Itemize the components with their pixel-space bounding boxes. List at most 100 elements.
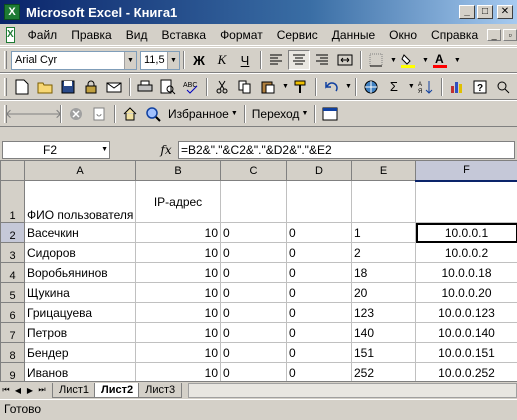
- next-sheet-icon[interactable]: ▶: [24, 386, 36, 395]
- row-header[interactable]: 7: [0, 322, 25, 343]
- cell-a8[interactable]: Бендер: [24, 342, 136, 363]
- cell-e2[interactable]: 1: [351, 222, 416, 243]
- insert-function-button[interactable]: fx: [154, 143, 178, 157]
- cell-a3[interactable]: Сидоров: [24, 242, 136, 263]
- print-button[interactable]: [134, 77, 156, 97]
- cell-d8[interactable]: 0: [286, 342, 352, 363]
- cell-a1[interactable]: ФИО пользователя: [24, 180, 136, 223]
- cell-c6[interactable]: 0: [220, 302, 287, 323]
- minimize-button[interactable]: _: [459, 5, 475, 19]
- chevron-down-icon[interactable]: ▼: [422, 57, 429, 64]
- cell-e7[interactable]: 140: [351, 322, 416, 343]
- cell-a2[interactable]: Васечкин: [24, 222, 136, 243]
- hyperlink-button[interactable]: [360, 77, 382, 97]
- cell-f2-active[interactable]: 10.0.0.1: [415, 222, 517, 243]
- show-web-toolbar-button[interactable]: [319, 104, 341, 124]
- align-left-button[interactable]: [265, 50, 287, 70]
- row-header[interactable]: 4: [0, 262, 25, 283]
- chevron-down-icon[interactable]: ▼: [124, 51, 136, 69]
- row-header[interactable]: 9: [0, 362, 25, 383]
- borders-button[interactable]: [365, 50, 387, 70]
- cell-c5[interactable]: 0: [220, 282, 287, 303]
- row-header[interactable]: 8: [0, 342, 25, 363]
- cell-b4[interactable]: 10: [135, 262, 221, 283]
- cell-a5[interactable]: Щукина: [24, 282, 136, 303]
- excel-app-icon[interactable]: X: [4, 4, 20, 20]
- cell-e3[interactable]: 2: [351, 242, 416, 263]
- chevron-down-icon[interactable]: ▼: [390, 57, 397, 64]
- cell-c7[interactable]: 0: [220, 322, 287, 343]
- italic-button[interactable]: К: [211, 50, 233, 70]
- menu-edit[interactable]: Правка: [64, 26, 119, 44]
- cell-b2[interactable]: 10: [135, 222, 221, 243]
- cell-f6[interactable]: 10.0.0.123: [415, 302, 517, 323]
- bold-button[interactable]: Ж: [188, 50, 210, 70]
- format-painter-button[interactable]: [289, 77, 311, 97]
- align-right-button[interactable]: [311, 50, 333, 70]
- cell-c9[interactable]: 0: [220, 362, 287, 383]
- font-size-select[interactable]: 11,5 ▼: [140, 50, 180, 70]
- menu-tools[interactable]: Сервис: [270, 26, 325, 44]
- chevron-down-icon[interactable]: ▼: [345, 83, 352, 90]
- font-name-select[interactable]: Arial Cyr ▼: [11, 50, 137, 70]
- sheet-tab-2-active[interactable]: Лист2: [94, 382, 141, 398]
- doc-minimize-button[interactable]: _: [487, 28, 502, 41]
- copy-button[interactable]: [234, 77, 256, 97]
- forward-button[interactable]: 🡒: [28, 104, 63, 124]
- chart-wizard-button[interactable]: [446, 77, 468, 97]
- cell-b6[interactable]: 10: [135, 302, 221, 323]
- cell-e9[interactable]: 252: [351, 362, 416, 383]
- open-button[interactable]: [34, 77, 56, 97]
- menu-insert[interactable]: Вставка: [154, 26, 213, 44]
- cell-c8[interactable]: 0: [220, 342, 287, 363]
- paste-button[interactable]: [257, 77, 279, 97]
- print-preview-button[interactable]: [157, 77, 179, 97]
- cell-f8[interactable]: 10.0.0.151: [415, 342, 517, 363]
- refresh-button[interactable]: [88, 104, 110, 124]
- cell-c3[interactable]: 0: [220, 242, 287, 263]
- cell-d7[interactable]: 0: [286, 322, 352, 343]
- select-all-corner[interactable]: [0, 160, 25, 181]
- horizontal-scrollbar[interactable]: [188, 382, 517, 398]
- chevron-down-icon[interactable]: ▼: [408, 83, 415, 90]
- email-button[interactable]: [103, 77, 125, 97]
- cell-a7[interactable]: Петров: [24, 322, 136, 343]
- cell-d3[interactable]: 0: [286, 242, 352, 263]
- cell-d9[interactable]: 0: [286, 362, 352, 383]
- column-header-e[interactable]: E: [351, 160, 416, 181]
- home-button[interactable]: [119, 104, 141, 124]
- cell-d5[interactable]: 0: [286, 282, 352, 303]
- sort-ascending-button[interactable]: АЯ: [415, 77, 437, 97]
- cell-a4[interactable]: Воробьянинов: [24, 262, 136, 283]
- save-button[interactable]: [57, 77, 79, 97]
- cell-a9[interactable]: Иванов: [24, 362, 136, 383]
- cell-d6[interactable]: 0: [286, 302, 352, 323]
- cut-button[interactable]: [211, 77, 233, 97]
- cell-b7[interactable]: 10: [135, 322, 221, 343]
- cell-f7[interactable]: 10.0.0.140: [415, 322, 517, 343]
- last-sheet-icon[interactable]: ⏭: [36, 385, 48, 395]
- sheet-tab-1[interactable]: Лист1: [52, 382, 97, 398]
- cell-b9[interactable]: 10: [135, 362, 221, 383]
- autosum-button[interactable]: Σ: [383, 77, 405, 97]
- cell-b5[interactable]: 10: [135, 282, 221, 303]
- font-color-button[interactable]: A: [429, 50, 451, 70]
- sheet-tab-3[interactable]: Лист3: [138, 382, 183, 398]
- cell-c1[interactable]: [220, 180, 287, 223]
- menu-data[interactable]: Данные: [325, 26, 382, 44]
- chevron-down-icon[interactable]: ▼: [454, 57, 461, 64]
- cell-e6[interactable]: 123: [351, 302, 416, 323]
- chevron-down-icon[interactable]: ▼: [167, 51, 179, 69]
- row-header[interactable]: 1: [0, 180, 25, 223]
- column-header-f[interactable]: F: [415, 160, 517, 182]
- maximize-button[interactable]: □: [477, 5, 493, 19]
- cell-e5[interactable]: 20: [351, 282, 416, 303]
- workbook-icon[interactable]: X: [6, 26, 15, 43]
- menu-view[interactable]: Вид: [119, 26, 155, 44]
- cell-a6[interactable]: Грицацуева: [24, 302, 136, 323]
- cell-f4[interactable]: 10.0.0.18: [415, 262, 517, 283]
- help-button[interactable]: ?: [469, 77, 491, 97]
- undo-button[interactable]: [320, 77, 342, 97]
- close-button[interactable]: ✕: [497, 5, 513, 19]
- row-header[interactable]: 2: [0, 222, 25, 243]
